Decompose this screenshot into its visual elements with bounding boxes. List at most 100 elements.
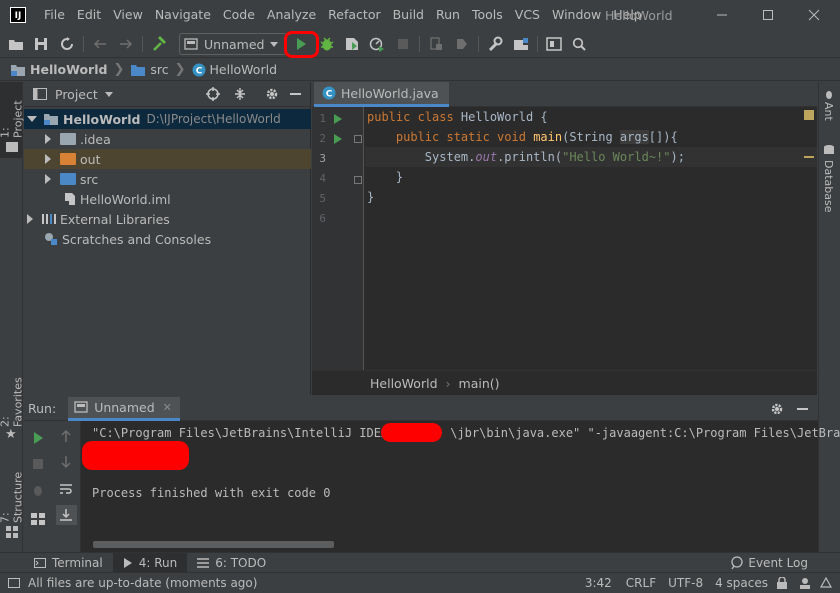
stop-icon[interactable] [32,458,44,473]
run-tab-label: Unnamed [94,399,155,415]
inspector-icon[interactable] [798,576,812,590]
run-with-coverage-icon[interactable] [342,34,362,54]
tree-item-iml[interactable]: HelloWorld.iml [24,189,311,209]
fold-marker-icon[interactable] [354,135,362,143]
tab-structure[interactable]: 7: Structure [0,465,25,523]
tab-todo[interactable]: 6: TODO [187,553,276,573]
menu-analyze[interactable]: Analyze [261,0,322,30]
collapse-all-icon[interactable] [233,87,247,104]
menu-tools[interactable]: Tools [466,0,509,30]
scroll-to-end-toggle[interactable] [56,505,77,525]
code-line-4[interactable]: } [367,167,403,187]
menu-code[interactable]: Code [217,0,261,30]
status-message[interactable]: All files are up-to-date (moments ago) [28,576,257,590]
tab-ant[interactable]: Ant [822,102,835,121]
tab-database[interactable]: Database [822,160,835,213]
toggle-tool-windows-icon[interactable] [8,578,20,588]
profile-icon[interactable] [367,34,387,54]
attach-debugger-icon[interactable] [426,34,446,54]
menu-view[interactable]: View [107,0,149,30]
editor-tab-helloworld[interactable]: C HelloWorld.java [314,82,449,107]
tab-project[interactable]: 1: Project [0,90,25,138]
line-separator[interactable]: CRLF [626,576,656,590]
menu-window[interactable]: Window [546,0,607,30]
menu-refactor[interactable]: Refactor [322,0,386,30]
run-button-highlight [284,31,319,58]
code-line-5[interactable]: } [367,187,374,207]
editor-tab-bar: C HelloWorld.java [312,82,817,107]
fold-marker-icon[interactable] [354,176,362,184]
breadcrumb-src[interactable]: src [130,62,169,77]
breadcrumb-project[interactable]: HelloWorld [10,62,107,77]
soft-wrap-icon[interactable] [59,483,73,498]
hide-panel-icon[interactable] [290,93,301,95]
warning-marker-icon[interactable] [804,110,814,120]
maximize-button[interactable] [746,0,790,30]
settings-wrench-icon[interactable] [485,34,505,54]
menu-file[interactable]: File [38,0,71,30]
down-arrow-icon[interactable] [60,455,72,472]
lock-icon[interactable] [776,577,788,589]
console-finished-line[interactable]: Process finished with exit code 0 [92,484,330,502]
tab-terminal[interactable]: Terminal [24,553,113,573]
menu-edit[interactable]: Edit [71,0,107,30]
presentation-mode-icon[interactable] [544,34,564,54]
debug-bug-icon[interactable] [31,483,45,500]
open-folder-icon[interactable] [6,34,26,54]
back-arrow-icon[interactable] [90,34,110,54]
gear-icon[interactable] [265,87,279,104]
project-structure-icon[interactable] [511,34,531,54]
search-icon[interactable] [569,34,589,54]
notifications-icon[interactable] [820,577,832,589]
rerun-icon[interactable] [32,431,44,448]
caret-position[interactable]: 3:42 [585,576,612,590]
tree-item-project-root[interactable]: HelloWorld D:\IJProject\HelloWorld [24,109,311,129]
file-encoding[interactable]: UTF-8 [668,576,703,590]
restore-layout-icon[interactable] [31,513,45,528]
tree-item-idea[interactable]: .idea [24,129,311,149]
tab-run[interactable]: 4: Run [112,552,188,573]
console-text: "C:\Program Files\JetBrains\IntelliJ IDE… [92,426,389,440]
build-hammer-icon[interactable] [149,34,169,54]
code-line-1[interactable]: public class HelloWorld { [367,107,548,127]
forward-arrow-icon[interactable] [116,34,136,54]
project-panel-title[interactable]: Project [55,87,98,102]
console-line-1[interactable]: "C:\Program Files\JetBrains\IntelliJ IDE… [92,424,840,442]
error-stripe-mark[interactable] [804,156,814,158]
close-icon[interactable]: ✕ [163,401,172,414]
minimize-button[interactable] [700,0,744,30]
vcs-update-icon[interactable] [452,34,472,54]
indent-setting[interactable]: 4 spaces [715,576,768,590]
tree-item-external-libraries[interactable]: External Libraries [24,209,311,229]
tree-item-src[interactable]: src [24,169,311,189]
gear-icon[interactable] [770,402,784,419]
code-line-3[interactable]: System.out.println("Hello World~!"); [367,147,685,167]
save-icon[interactable] [31,34,51,54]
editor-breadcrumb-method[interactable]: main() [459,376,500,391]
tree-item-out[interactable]: out [24,149,311,169]
tree-item-scratches[interactable]: Scratches and Consoles [24,229,311,249]
menu-run[interactable]: Run [430,0,466,30]
menu-navigate[interactable]: Navigate [149,0,217,30]
run-tab-unnamed[interactable]: Unnamed ✕ [68,396,180,421]
code-line-2[interactable]: public static void main(String args[]){ [367,127,678,147]
menu-vcs[interactable]: VCS [509,0,546,30]
close-window-button[interactable] [792,0,836,30]
horizontal-scrollbar[interactable] [93,541,334,548]
sync-icon[interactable] [57,34,77,54]
menu-build[interactable]: Build [387,0,430,30]
up-arrow-icon[interactable] [60,429,72,446]
editor-breadcrumb-class[interactable]: HelloWorld [370,376,438,391]
run-gutter-icon[interactable] [334,114,342,124]
tab-favorites[interactable]: 2: Favorites [0,367,25,427]
debug-bug-icon[interactable] [317,34,337,54]
breadcrumb-class[interactable]: C HelloWorld [192,62,277,77]
run-configuration-select[interactable]: Unnamed [179,33,287,55]
chevron-down-icon[interactable] [104,91,113,97]
run-gutter-icon[interactable] [334,134,342,144]
hide-panel-icon[interactable] [797,408,808,410]
tab-project-label: 1: Project [0,100,25,138]
locate-target-icon[interactable] [206,87,220,104]
tab-event-log[interactable]: Event Log [720,553,818,573]
stop-icon[interactable] [393,34,413,54]
